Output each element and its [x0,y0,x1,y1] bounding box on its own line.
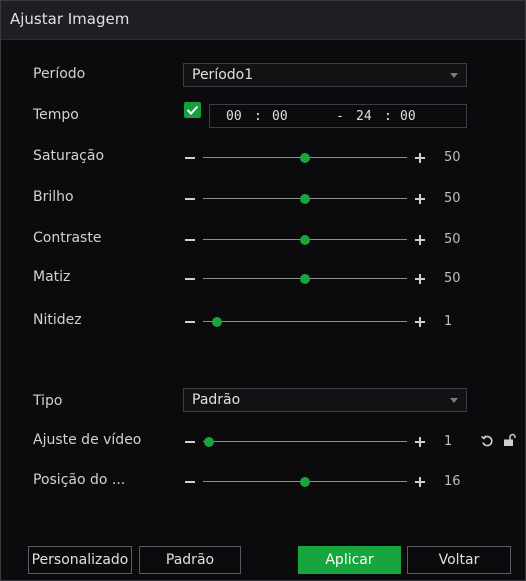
start-minute[interactable]: 00 [272,109,288,124]
padrao-button[interactable]: Padrão [139,546,241,574]
dialog-title: Ajustar Imagem [10,10,130,28]
image-adjust-dialog: Ajustar Imagem Período Período1 Tempo 00… [0,0,526,581]
plus-icon[interactable] [414,272,426,286]
slider-knob[interactable] [300,274,310,284]
tipo-label: Tipo [33,393,63,409]
nitidez-value: 1 [444,314,453,329]
brilho-slider[interactable] [185,191,465,207]
slider-knob[interactable] [300,153,310,163]
slider-knob[interactable] [300,235,310,245]
plus-icon[interactable] [414,315,426,329]
plus-icon[interactable] [414,233,426,247]
posicao-label: Posição do ... [33,472,126,488]
tipo-value: Padrão [192,392,241,408]
voltar-button[interactable]: Voltar [407,546,511,574]
start-hour[interactable]: 00 [226,109,242,124]
periodo-label: Período [33,66,86,82]
contraste-slider[interactable] [185,232,465,248]
posicao-slider[interactable] [185,474,465,490]
chevron-down-icon [450,73,458,78]
tempo-checkbox[interactable] [184,102,201,118]
minus-icon[interactable] [185,157,195,159]
slider-knob[interactable] [212,317,223,327]
slider-knob[interactable] [300,477,310,487]
minus-icon[interactable] [185,441,195,443]
plus-icon[interactable] [414,151,426,165]
ajuste-label: Ajuste de vídeo [33,432,142,448]
nitidez-label: Nitidez [33,312,82,328]
plus-icon[interactable] [414,435,426,449]
personalizado-button[interactable]: Personalizado [28,546,132,574]
end-sep: : [384,109,392,124]
tempo-label: Tempo [33,107,79,123]
saturacao-label: Saturação [33,148,105,164]
minus-icon[interactable] [185,239,195,241]
reset-icon[interactable] [480,434,494,448]
unlock-icon[interactable] [503,433,517,447]
time-range-input[interactable]: 00 : 00 - 24 : 00 [209,104,467,128]
minus-icon[interactable] [185,481,195,483]
matiz-label: Matiz [33,269,71,285]
tipo-select[interactable]: Padrão [183,388,467,412]
contraste-label: Contraste [33,230,102,246]
posicao-value: 16 [444,474,461,489]
matiz-slider[interactable] [185,271,465,287]
ajuste-slider[interactable] [185,434,465,450]
chevron-down-icon [450,398,458,403]
matiz-value: 50 [444,271,461,286]
slider-knob[interactable] [204,437,215,447]
end-minute[interactable]: 00 [400,109,416,124]
minus-icon[interactable] [185,198,195,200]
brilho-label: Brilho [33,189,74,205]
end-hour[interactable]: 24 [356,109,372,124]
checkmark-icon [186,105,199,115]
aplicar-button[interactable]: Aplicar [298,546,401,574]
periodo-select[interactable]: Período1 [183,63,467,87]
minus-icon[interactable] [185,278,195,280]
brilho-value: 50 [444,191,461,206]
periodo-value: Período1 [192,67,254,83]
plus-icon[interactable] [414,192,426,206]
nitidez-slider[interactable] [185,314,465,330]
slider-knob[interactable] [300,194,310,204]
plus-icon[interactable] [414,475,426,489]
slider-track[interactable] [203,321,407,322]
saturacao-slider[interactable] [185,150,465,166]
range-dash: - [336,109,344,124]
minus-icon[interactable] [185,321,195,323]
start-sep: : [254,109,262,124]
contraste-value: 50 [444,232,461,247]
saturacao-value: 50 [444,150,461,165]
ajuste-value: 1 [444,434,453,449]
slider-track[interactable] [203,441,407,442]
title-bar: Ajustar Imagem [1,1,525,40]
